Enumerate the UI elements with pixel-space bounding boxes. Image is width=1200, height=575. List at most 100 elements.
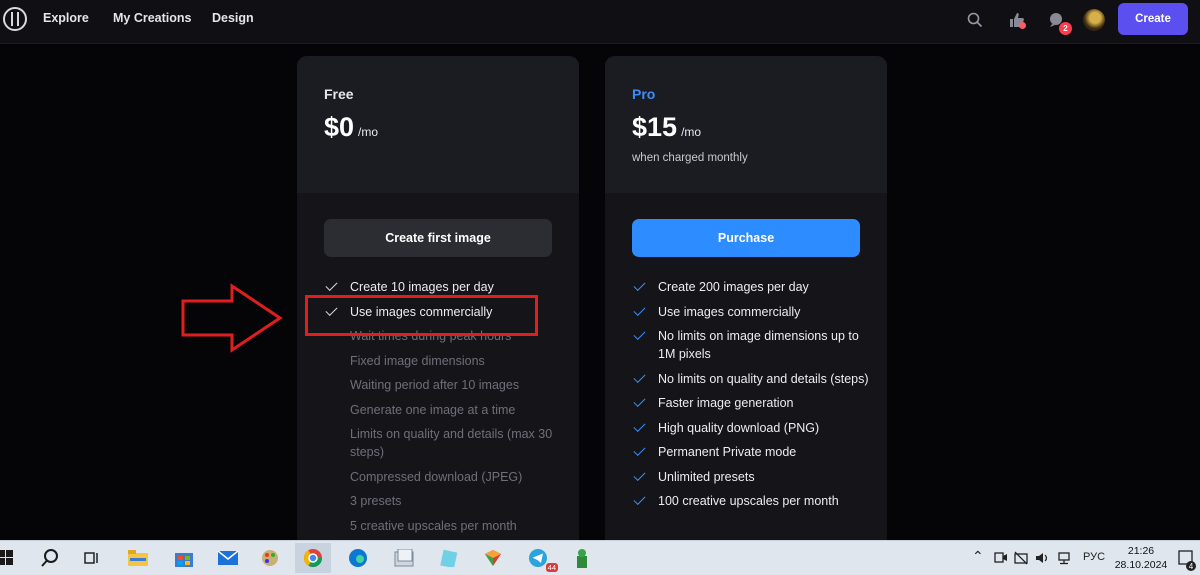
pro-feature-item: 100 creative upscales per month bbox=[632, 492, 872, 510]
pro-feature-item: Use images commercially bbox=[632, 303, 872, 321]
pro-feature-list: Create 200 images per day Use images comm… bbox=[632, 278, 872, 517]
pro-plan-name: Pro bbox=[632, 86, 656, 102]
windows-start-icon[interactable] bbox=[0, 547, 18, 569]
telegram-unread-badge: 44 bbox=[545, 563, 558, 572]
chrome-icon[interactable] bbox=[295, 543, 331, 573]
notification-count-badge: 4 bbox=[1186, 561, 1196, 571]
clock-date: 28.10.2024 bbox=[1114, 559, 1168, 571]
free-feature-text: Generate one image at a time bbox=[350, 402, 516, 417]
free-feature-item: Generate one image at a time bbox=[324, 401, 564, 419]
pro-feature-item: Unlimited presets bbox=[632, 468, 872, 486]
pro-feature-item: Faster image generation bbox=[632, 394, 872, 412]
free-feature-text: 5 creative upscales per month bbox=[350, 518, 517, 533]
top-navigation-bar: Explore My Creations Design 2 Create bbox=[0, 0, 1200, 44]
checkmark-icon bbox=[633, 370, 646, 383]
pro-plan-card: Pro $15/mo when charged monthly Purchase… bbox=[605, 56, 887, 556]
pro-price-period: /mo bbox=[681, 125, 702, 139]
free-feature-item: Create 10 images per day bbox=[324, 278, 564, 296]
app-logo[interactable] bbox=[3, 7, 27, 31]
free-feature-text: Fixed image dimensions bbox=[350, 353, 485, 368]
meet-now-icon[interactable] bbox=[993, 547, 1009, 569]
checkmark-icon bbox=[633, 419, 646, 432]
notifications-icon[interactable]: 2 bbox=[1046, 10, 1072, 35]
game-app-icon[interactable] bbox=[570, 547, 594, 569]
free-plan-price: $0/mo bbox=[324, 112, 378, 143]
network-icon[interactable] bbox=[1056, 547, 1072, 569]
file-explorer-icon[interactable] bbox=[126, 547, 150, 569]
annotation-highlight-box bbox=[305, 295, 538, 336]
pro-plan-header: Pro $15/mo when charged monthly bbox=[605, 56, 887, 193]
paint-app-icon[interactable] bbox=[258, 547, 282, 569]
pro-billing-note: when charged monthly bbox=[632, 152, 748, 164]
free-price-amount: $0 bbox=[324, 112, 355, 142]
pro-feature-text: Faster image generation bbox=[658, 396, 794, 410]
pro-feature-text: Unlimited presets bbox=[658, 469, 755, 484]
pro-feature-text: No limits on image dimensions up to 1M p… bbox=[658, 329, 859, 361]
volume-icon[interactable] bbox=[1034, 547, 1050, 569]
security-icon[interactable] bbox=[1013, 547, 1029, 569]
pro-feature-item: No limits on image dimensions up to 1M p… bbox=[632, 327, 872, 363]
pro-feature-item: High quality download (PNG) bbox=[632, 419, 872, 437]
free-feature-item: Limits on quality and details (max 30 st… bbox=[324, 425, 564, 461]
pro-feature-item: Permanent Private mode bbox=[632, 443, 872, 461]
checkmark-icon bbox=[633, 468, 646, 481]
action-center-icon[interactable]: 4 bbox=[1176, 547, 1196, 571]
nav-my-creations[interactable]: My Creations bbox=[113, 11, 192, 25]
pro-feature-text: No limits on quality and details (steps) bbox=[658, 371, 869, 386]
free-feature-item: 3 presets bbox=[324, 492, 564, 510]
mail-icon[interactable] bbox=[216, 547, 240, 569]
free-feature-item: Waiting period after 10 images bbox=[324, 376, 564, 394]
nav-design[interactable]: Design bbox=[212, 11, 254, 25]
pro-feature-item: No limits on quality and details (steps) bbox=[632, 370, 872, 388]
free-feature-text: Compressed download (JPEG) bbox=[350, 469, 523, 484]
pro-feature-text: 100 creative upscales per month bbox=[658, 494, 839, 508]
keyboard-language-indicator[interactable]: РУС bbox=[1083, 551, 1105, 563]
search-icon[interactable] bbox=[965, 10, 985, 30]
checkmark-icon bbox=[633, 492, 646, 506]
free-price-period: /mo bbox=[358, 125, 379, 139]
free-feature-text: 3 presets bbox=[350, 494, 402, 508]
likes-icon[interactable] bbox=[1006, 10, 1026, 30]
notepad-icon[interactable] bbox=[437, 547, 461, 569]
notifications-badge: 2 bbox=[1059, 22, 1072, 35]
checkmark-icon bbox=[325, 278, 338, 292]
telegram-icon[interactable]: 44 bbox=[526, 547, 558, 572]
free-feature-text: Waiting period after 10 images bbox=[350, 378, 520, 392]
free-feature-item: Compressed download (JPEG) bbox=[324, 468, 564, 486]
checkmark-icon bbox=[633, 394, 646, 408]
microsoft-store-icon[interactable] bbox=[172, 547, 196, 569]
free-feature-text: Create 10 images per day bbox=[350, 280, 494, 294]
pro-feature-text: Create 200 images per day bbox=[658, 280, 809, 294]
pro-feature-text: High quality download (PNG) bbox=[658, 420, 820, 435]
free-plan-name: Free bbox=[324, 86, 354, 102]
user-avatar[interactable] bbox=[1083, 9, 1105, 31]
shield-app-icon[interactable] bbox=[481, 547, 505, 569]
pro-plan-price: $15/mo bbox=[632, 112, 701, 143]
annotation-arrow-icon bbox=[181, 283, 283, 353]
create-button[interactable]: Create bbox=[1118, 3, 1188, 35]
nav-explore[interactable]: Explore bbox=[43, 11, 89, 25]
free-feature-item: 5 creative upscales per month bbox=[324, 517, 564, 535]
checkmark-icon bbox=[633, 303, 646, 316]
checkmark-icon bbox=[633, 278, 646, 292]
chevron-up-icon[interactable]: ⌃ bbox=[972, 548, 984, 565]
pro-price-amount: $15 bbox=[632, 112, 678, 142]
create-first-image-button[interactable]: Create first image bbox=[324, 219, 552, 257]
free-feature-text: Limits on quality and details (max 30 st… bbox=[350, 427, 553, 459]
task-view-icon[interactable] bbox=[80, 547, 104, 569]
system-clock[interactable]: 21:26 28.10.2024 bbox=[1112, 544, 1170, 572]
pro-feature-item: Create 200 images per day bbox=[632, 278, 872, 296]
clock-time: 21:26 bbox=[1127, 545, 1155, 557]
edge-icon[interactable] bbox=[346, 547, 370, 569]
windows-taskbar: 44 ⌃ РУС 21:26 28.10.2024 4 bbox=[0, 540, 1200, 575]
free-plan-header: Free $0/mo bbox=[297, 56, 579, 193]
search-icon[interactable] bbox=[38, 547, 62, 569]
checkmark-icon bbox=[633, 327, 646, 341]
pro-feature-text: Use images commercially bbox=[658, 304, 801, 319]
free-feature-item: Fixed image dimensions bbox=[324, 352, 564, 370]
checkmark-icon bbox=[633, 443, 646, 457]
purchase-button[interactable]: Purchase bbox=[632, 219, 860, 257]
likes-indicator bbox=[1019, 22, 1026, 29]
pro-feature-text: Permanent Private mode bbox=[658, 445, 797, 459]
photos-app-icon[interactable] bbox=[392, 547, 416, 569]
